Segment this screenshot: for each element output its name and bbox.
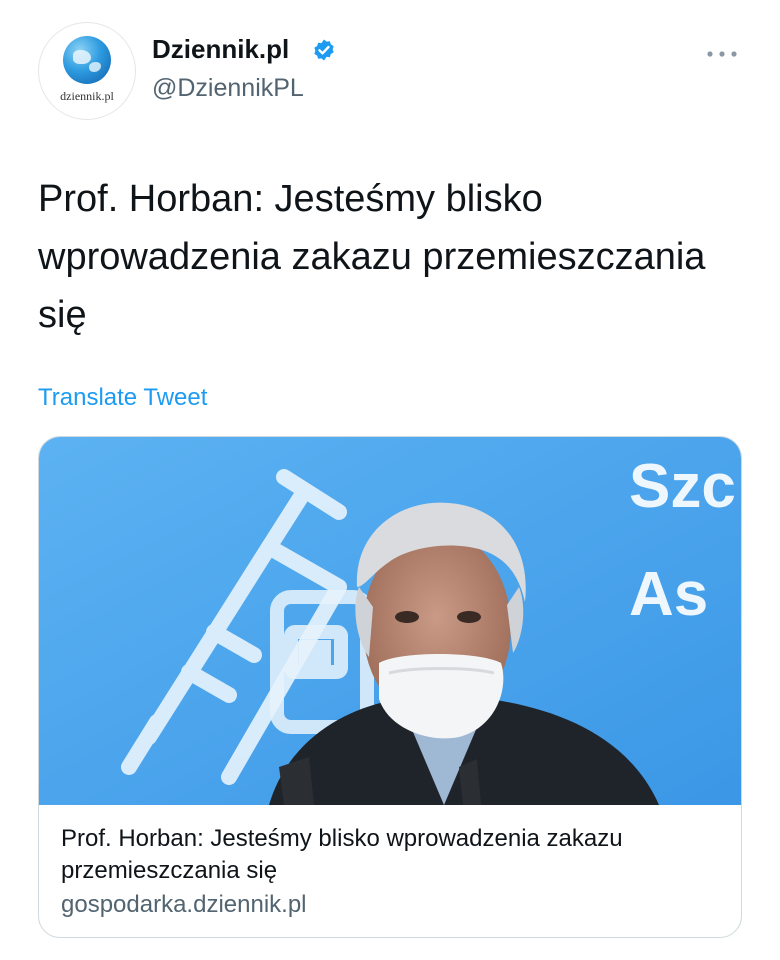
card-domain[interactable]: gospodarka.dziennik.pl <box>61 891 307 919</box>
verified-badge-icon <box>314 39 334 61</box>
translate-tweet-link[interactable]: Translate Tweet <box>38 384 207 412</box>
backdrop-text-1: Szc <box>629 452 736 521</box>
card-image: Szc As <box>39 437 741 805</box>
account-name[interactable]: Dziennik.pl <box>152 34 289 65</box>
more-options-icon[interactable] <box>702 44 742 64</box>
avatar-wordmark: dziennik.pl <box>60 89 114 103</box>
link-preview-card[interactable]: Szc As Prof. Horban: Jesteśmy blisko wpr… <box>38 436 742 938</box>
tweet: dziennik.pl Dziennik.pl @DziennikPL Prof… <box>0 0 780 960</box>
card-title[interactable]: Prof. Horban: Jesteśmy blisko wprowadzen… <box>61 823 721 887</box>
backdrop-text-2: As <box>629 560 708 629</box>
account-handle[interactable]: @DziennikPL <box>152 74 304 103</box>
profile-avatar[interactable]: dziennik.pl <box>38 22 136 120</box>
tweet-text: Prof. Horban: Jesteśmy blisko wprowadzen… <box>38 178 706 336</box>
globe-logo-icon <box>63 36 111 84</box>
